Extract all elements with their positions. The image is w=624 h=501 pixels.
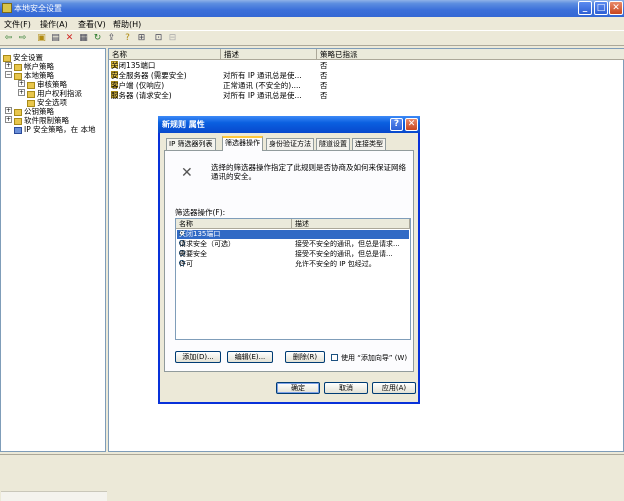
help-icon[interactable]: ? bbox=[122, 33, 133, 44]
status-bar bbox=[0, 454, 624, 470]
add-policy-icon[interactable]: ⊞ bbox=[136, 33, 147, 44]
folder-icon bbox=[14, 72, 22, 80]
minimize-button[interactable]: _ bbox=[578, 1, 592, 15]
expand-icon[interactable]: + bbox=[5, 62, 12, 69]
menu-view[interactable]: 查看(V) bbox=[78, 19, 106, 30]
collapse-icon[interactable]: − bbox=[5, 71, 12, 78]
filter-row[interactable]: 许可 允许不安全的 IP 包经过。 bbox=[177, 260, 409, 269]
use-wizard-checkbox[interactable] bbox=[331, 354, 338, 361]
properties-icon[interactable]: ▦ bbox=[78, 33, 89, 44]
tab-ip-filter-list[interactable]: IP 筛选器列表 bbox=[166, 138, 216, 150]
dialog-close-button[interactable]: ✕ bbox=[405, 118, 418, 131]
tree-pane: 安全设置 + 帐户策略 − 本地策略 + 审核策略 + 用户权利指派 安全选项 … bbox=[0, 48, 107, 501]
list-item[interactable]: 服务器 (请求安全) 对所有 IP 通讯总是使... 否 bbox=[109, 91, 624, 101]
filter-row[interactable]: 关闭135端口 bbox=[177, 230, 409, 239]
list-item[interactable]: 安全服务器 (需要安全) 对所有 IP 通讯总是使... 否 bbox=[109, 71, 624, 81]
column-header-name[interactable]: 名称 bbox=[176, 219, 292, 229]
apply-button[interactable]: 应用(A) bbox=[372, 382, 416, 394]
ip-security-icon bbox=[14, 126, 22, 134]
tree-item-ip-security[interactable]: IP 安全策略，在 本地 bbox=[14, 124, 96, 135]
delete-icon[interactable]: ✕ bbox=[64, 33, 75, 44]
dialog-title-bar: 新规则 属性 ? ✕ bbox=[158, 116, 420, 133]
tab-authentication[interactable]: 身份验证方法 bbox=[266, 138, 314, 150]
toolbar: ⇦ ⇨ ▣ ▤ ✕ ▦ ↻ ⇪ ? ⊞ ⊡ ⊟ bbox=[0, 30, 624, 46]
menu-bar: 文件(F) 操作(A) 查看(V) 帮助(H) bbox=[0, 17, 624, 30]
column-header-name[interactable]: 名称 bbox=[109, 49, 221, 60]
tab-connection-type[interactable]: 连接类型 bbox=[352, 138, 386, 150]
expand-icon[interactable]: + bbox=[18, 80, 25, 87]
refresh-icon[interactable]: ↻ bbox=[92, 33, 103, 44]
maximize-button[interactable]: □ bbox=[594, 1, 608, 15]
cancel-button[interactable]: 取消 bbox=[324, 382, 368, 394]
list-item[interactable]: 关闭135端口 否 bbox=[109, 61, 624, 71]
menu-help[interactable]: 帮助(H) bbox=[113, 19, 141, 30]
filter-actions-table: 名称 描述 关闭135端口 请求安全（可选） 接受不安全的通讯，但总是请求...… bbox=[175, 218, 411, 340]
folder-icon bbox=[3, 54, 11, 62]
rule-properties-dialog: 新规则 属性 ? ✕ IP 筛选器列表 筛选器操作 身份验证方法 隧道设置 连接… bbox=[158, 116, 420, 404]
filter-action-icon: ✕ bbox=[181, 165, 193, 181]
close-button[interactable]: ✕ bbox=[609, 1, 623, 15]
use-wizard-label: 使用 “添加向导” (W) bbox=[341, 354, 408, 362]
edit-button[interactable]: 编辑(E)... bbox=[227, 351, 273, 363]
list-item[interactable]: 客户端 (仅响应) 正常通讯 (不安全的).... 否 bbox=[109, 81, 624, 91]
ok-button[interactable]: 确定 bbox=[276, 382, 320, 394]
filter-row[interactable]: 请求安全（可选） 接受不安全的通讯，但总是请求... bbox=[177, 240, 409, 249]
tab-filter-action[interactable]: 筛选器操作 bbox=[222, 136, 263, 151]
help-button[interactable]: ? bbox=[390, 118, 403, 131]
tab-tunnel-settings[interactable]: 隧道设置 bbox=[316, 138, 350, 150]
show-tree-icon[interactable]: ▤ bbox=[50, 33, 61, 44]
filter-row[interactable]: 需要安全 接受不安全的通讯，但总是请... bbox=[177, 250, 409, 259]
dialog-title: 新规则 属性 bbox=[162, 120, 205, 129]
column-header-assigned[interactable]: 策略已指派 bbox=[317, 49, 624, 60]
filter-actions-label: 筛选器操作(F): bbox=[175, 208, 226, 217]
tree-horizontal-scrollbar[interactable] bbox=[1, 491, 107, 501]
filter-action-panel: ✕ 选择的筛选器操作指定了此规则是否协商及如何来保证网络通讯的安全。 筛选器操作… bbox=[164, 150, 414, 372]
menu-file[interactable]: 文件(F) bbox=[4, 19, 31, 30]
menu-action[interactable]: 操作(A) bbox=[40, 19, 68, 30]
window-title: 本地安全设置 bbox=[14, 4, 62, 13]
filter-action-description: 选择的筛选器操作指定了此规则是否协商及如何来保证网络通讯的安全。 bbox=[211, 163, 406, 181]
export-icon[interactable]: ⇪ bbox=[106, 33, 117, 44]
back-icon[interactable]: ⇦ bbox=[3, 33, 14, 44]
add-button[interactable]: 添加(D)... bbox=[175, 351, 221, 363]
column-header-description[interactable]: 描述 bbox=[221, 49, 317, 60]
column-header-description[interactable]: 描述 bbox=[292, 219, 410, 229]
up-folder-icon[interactable]: ▣ bbox=[36, 33, 47, 44]
title-bar: 本地安全设置 _ □ ✕ bbox=[0, 0, 624, 17]
remove-button[interactable]: 删除(R) bbox=[285, 351, 325, 363]
expand-icon[interactable]: + bbox=[18, 89, 25, 96]
unassign-icon: ⊟ bbox=[168, 33, 177, 43]
assign-icon[interactable]: ⊡ bbox=[153, 33, 164, 44]
expand-icon[interactable]: + bbox=[5, 107, 12, 114]
app-icon bbox=[2, 3, 12, 13]
expand-icon[interactable]: + bbox=[5, 116, 12, 123]
forward-icon[interactable]: ⇨ bbox=[17, 33, 28, 44]
